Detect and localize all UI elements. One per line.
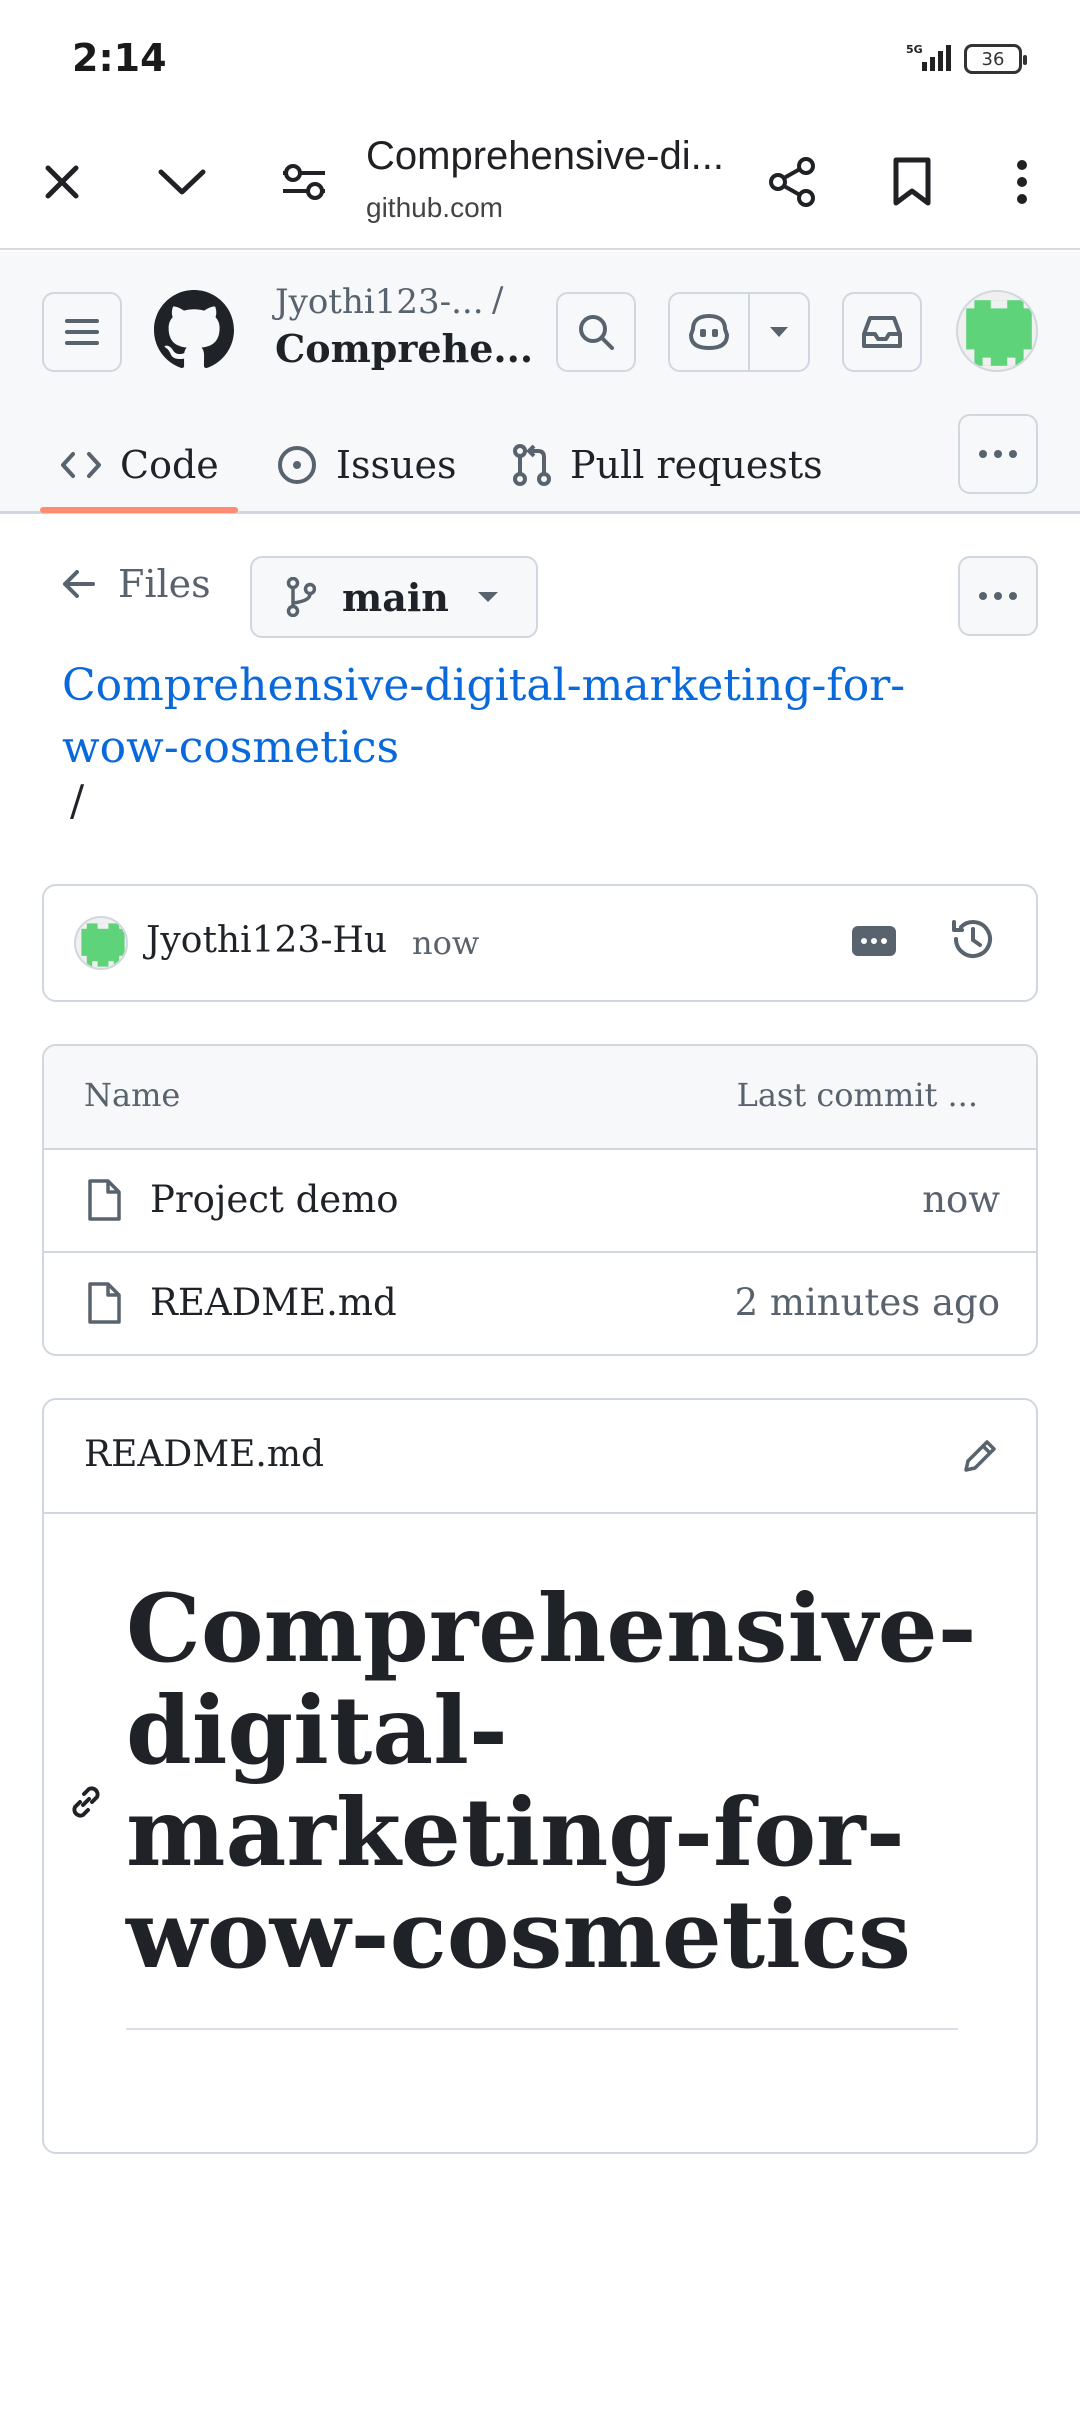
status-time: 2:14	[72, 36, 167, 80]
tab-code[interactable]: Code	[60, 420, 219, 510]
file-name[interactable]: Project demo	[150, 1178, 399, 1221]
file-icon	[86, 1178, 122, 1226]
column-last-commit: Last commit ...	[736, 1076, 978, 1114]
bookmark-icon[interactable]	[880, 150, 944, 214]
table-row[interactable]: README.md 2 minutes ago	[44, 1253, 1036, 1354]
file-name[interactable]: README.md	[150, 1281, 397, 1324]
user-avatar[interactable]	[956, 290, 1038, 372]
column-name: Name	[84, 1076, 181, 1114]
commit-time: now	[412, 924, 480, 962]
path-separator: /	[70, 776, 85, 825]
active-tab-indicator	[40, 507, 238, 513]
heading-divider	[126, 2028, 958, 2030]
table-row[interactable]: Project demo now	[44, 1150, 1036, 1253]
pull-request-icon	[513, 444, 551, 486]
hamburger-icon	[65, 319, 99, 345]
browser-toolbar: Comprehensive-di... github.com	[0, 120, 1080, 250]
battery-level: 36	[981, 48, 1005, 70]
history-icon[interactable]	[950, 916, 996, 966]
page-title[interactable]: Comprehensive-di...	[366, 134, 736, 179]
commit-message-expand-icon[interactable]	[852, 926, 896, 956]
network-type: 5G	[906, 43, 923, 56]
tab-issues[interactable]: Issues	[276, 420, 456, 510]
tab-pull-requests-label: Pull requests	[570, 443, 823, 487]
code-icon	[61, 452, 101, 478]
branch-selector[interactable]: main	[250, 556, 538, 638]
branch-name: main	[342, 574, 449, 620]
file-table-header: Name Last commit ...	[44, 1046, 1036, 1150]
search-button[interactable]	[556, 292, 636, 372]
files-label: Files	[118, 562, 211, 606]
share-icon[interactable]	[760, 150, 824, 214]
tab-issues-label: Issues	[336, 443, 457, 487]
copilot-button[interactable]	[668, 292, 810, 372]
file-table: Name Last commit ... Project demo now RE…	[42, 1044, 1038, 1356]
github-header: Jyothi123-... / Comprehe... Code Issues …	[0, 252, 1080, 514]
github-logo-icon[interactable]	[154, 290, 234, 374]
tab-code-label: Code	[120, 443, 219, 487]
latest-commit-box: Jyothi123-Hu now	[42, 884, 1038, 1002]
files-back-link[interactable]: Files	[62, 562, 211, 606]
file-commit-time: 2 minutes ago	[734, 1281, 1000, 1324]
commit-author[interactable]: Jyothi123-Hu	[146, 920, 387, 961]
signal-icon: 5G	[906, 42, 954, 76]
repo-separator: /	[492, 280, 504, 320]
arrow-left-icon	[63, 570, 95, 598]
issue-icon	[278, 446, 316, 484]
readme-heading: Comprehensive-digital-marketing-for-wow-…	[126, 1574, 977, 1990]
copilot-dropdown-icon[interactable]	[750, 294, 808, 370]
battery-icon: 36	[964, 44, 1027, 74]
chevron-down-icon[interactable]	[150, 150, 214, 214]
close-icon[interactable]	[30, 150, 94, 214]
more-vertical-icon[interactable]	[990, 150, 1054, 214]
repo-owner-link[interactable]: Jyothi123-...	[275, 282, 484, 322]
edit-pencil-icon[interactable]	[960, 1436, 1000, 1480]
status-indicators: 5G 36	[906, 42, 1027, 76]
anchor-link-icon[interactable]	[64, 1780, 108, 1828]
file-commit-time: now	[922, 1178, 1000, 1221]
tab-pull-requests[interactable]: Pull requests	[512, 420, 823, 510]
more-horizontal-icon	[979, 592, 1017, 600]
inbox-button[interactable]	[842, 292, 922, 372]
commit-author-avatar[interactable]	[74, 916, 128, 970]
repo-path-link[interactable]: Comprehensive-digital-marketing-for-wow-…	[62, 655, 962, 779]
more-horizontal-icon	[979, 450, 1017, 458]
status-bar: 2:14 5G 36	[0, 0, 1080, 120]
site-settings-icon[interactable]	[272, 150, 336, 214]
inbox-icon	[862, 316, 902, 348]
repo-name-link[interactable]: Comprehe...	[275, 326, 533, 371]
readme-panel: README.md Comprehensive-digital-marketin…	[42, 1398, 1038, 2154]
file-icon	[86, 1281, 122, 1329]
readme-title: README.md	[84, 1434, 325, 1475]
menu-button[interactable]	[42, 292, 122, 372]
file-actions-button[interactable]	[958, 556, 1038, 636]
search-icon	[579, 315, 614, 350]
caret-down-icon	[477, 592, 498, 602]
copilot-icon[interactable]	[670, 294, 750, 370]
page-domain[interactable]: github.com	[366, 192, 503, 224]
readme-header: README.md	[44, 1400, 1036, 1514]
branch-icon	[286, 577, 316, 617]
more-tabs-button[interactable]	[958, 414, 1038, 494]
